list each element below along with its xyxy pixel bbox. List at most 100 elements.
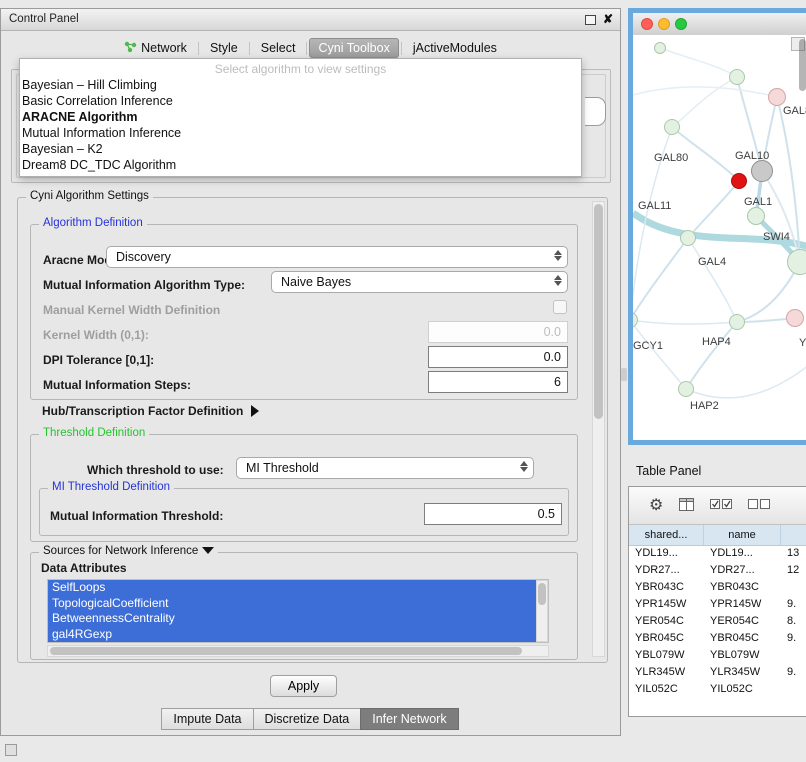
- network-vscroll-thumb[interactable]: [799, 39, 806, 91]
- attribute-list-item[interactable]: BetweennessCentrality: [48, 611, 548, 627]
- manual-kernel-checkbox[interactable]: [553, 300, 567, 314]
- tab-separator: [401, 42, 402, 55]
- network-node[interactable]: [787, 249, 806, 275]
- cyni-settings-group: Cyni Algorithm Settings Algorithm Defini…: [17, 197, 608, 663]
- tab-separator: [198, 42, 199, 55]
- algorithm-option[interactable]: ARACNE Algorithm: [20, 109, 581, 125]
- tab-style[interactable]: Style: [201, 38, 247, 58]
- hub-definition-expander[interactable]: Hub/Transcription Factor Definition: [42, 404, 259, 418]
- network-node[interactable]: [768, 88, 786, 106]
- network-node[interactable]: [664, 119, 680, 135]
- minimize-traffic-light[interactable]: [658, 18, 670, 30]
- mi-steps-field[interactable]: 6: [428, 371, 568, 393]
- data-attributes-list[interactable]: SelfLoopsTopologicalCoefficientBetweenne…: [47, 579, 549, 643]
- aracne-mode-select[interactable]: Discovery: [106, 246, 568, 268]
- network-node[interactable]: [729, 69, 745, 85]
- attribute-list-item[interactable]: SelfLoops: [48, 580, 548, 596]
- tab-cyni-toolbox[interactable]: Cyni Toolbox: [309, 38, 398, 58]
- mi-steps-label: Mutual Information Steps:: [43, 378, 191, 392]
- panel-divider-handle[interactable]: [621, 368, 627, 381]
- table-row[interactable]: YDR27...YDR27...12: [629, 562, 806, 579]
- table-column-header[interactable]: [781, 525, 806, 545]
- clear-checkboxes-icon[interactable]: [748, 499, 770, 513]
- chevron-updown-icon: [520, 461, 528, 472]
- sources-title[interactable]: Sources for Network Inference: [39, 545, 218, 557]
- kernel-width-field[interactable]: 0.0: [428, 321, 568, 343]
- network-node[interactable]: [747, 207, 765, 225]
- network-view-window: GAL80GAL10GAL8GAL11GAL1SWI4GAL4GCY1HAP4H…: [628, 8, 806, 445]
- table-row[interactable]: YER054CYER054C8.: [629, 613, 806, 630]
- table-column-header[interactable]: name: [704, 525, 781, 545]
- column-selector-icon[interactable]: [679, 498, 694, 514]
- apply-button[interactable]: Apply: [270, 675, 337, 697]
- table-row[interactable]: YBR045CYBR045C9.: [629, 630, 806, 647]
- network-window-titlebar[interactable]: [633, 13, 806, 36]
- bottom-tab-impute-data[interactable]: Impute Data: [161, 708, 253, 730]
- network-node[interactable]: [680, 230, 696, 246]
- settings-scrollbar[interactable]: [592, 201, 605, 657]
- attribute-list-item[interactable]: TopologicalCoefficient: [48, 596, 548, 612]
- table-cell: YPR145W: [629, 596, 704, 613]
- kernel-width-label: Kernel Width (0,1):: [43, 328, 149, 342]
- algorithm-option[interactable]: Bayesian – K2: [20, 141, 581, 157]
- table-row[interactable]: YDL19...YDL19...13: [629, 545, 806, 562]
- close-icon[interactable]: ✘: [603, 12, 613, 26]
- threshold-select[interactable]: MI Threshold: [236, 457, 534, 479]
- control-tab-bar: NetworkStyleSelectCyni Toolbox jActiveMod…: [1, 36, 620, 60]
- mi-type-select[interactable]: Naive Bayes: [271, 271, 568, 293]
- tab-select[interactable]: Select: [252, 38, 305, 58]
- gear-icon[interactable]: ⚙: [649, 498, 663, 514]
- table-row[interactable]: YBR043CYBR043C: [629, 579, 806, 596]
- algorithm-option[interactable]: Bayesian – Hill Climbing: [20, 77, 581, 93]
- algorithm-dropdown-list: Bayesian – Hill ClimbingBasic Correlatio…: [20, 77, 581, 173]
- settings-scrollbar-thumb[interactable]: [594, 204, 603, 419]
- bottom-tab-discretize-data[interactable]: Discretize Data: [253, 708, 362, 730]
- panel-title: Control Panel: [9, 13, 79, 25]
- control-panel-window: Control Panel ✘ NetworkStyleSelectCyni T…: [0, 8, 621, 736]
- table-cell: YBL079W: [629, 647, 704, 664]
- tab-jactivemodules[interactable]: jActiveModules: [404, 38, 506, 58]
- collapse-down-icon: [202, 547, 214, 554]
- attribute-list-item[interactable]: gal4RGexp: [48, 627, 548, 643]
- float-window-icon[interactable]: [585, 15, 596, 25]
- network-node[interactable]: [751, 160, 773, 182]
- network-canvas[interactable]: GAL80GAL10GAL8GAL11GAL1SWI4GAL4GCY1HAP4H…: [633, 35, 806, 440]
- dock-panel-icon[interactable]: [5, 744, 17, 756]
- attr-list-hscroll[interactable]: [47, 645, 549, 657]
- table-cell: [781, 681, 806, 698]
- network-node[interactable]: [729, 314, 745, 330]
- network-node-label: GCY1: [633, 340, 663, 352]
- table-row[interactable]: YBL079WYBL079W: [629, 647, 806, 664]
- attr-list-hscroll-thumb[interactable]: [50, 647, 522, 655]
- network-node[interactable]: [786, 309, 804, 327]
- table-column-header[interactable]: shared...: [629, 525, 704, 545]
- attr-list-vscroll[interactable]: [536, 580, 548, 642]
- network-node[interactable]: [731, 173, 747, 189]
- mi-threshold-field[interactable]: 0.5: [424, 503, 562, 525]
- bottom-tab-infer-network[interactable]: Infer Network: [360, 708, 458, 730]
- algorithm-option[interactable]: Mutual Information Inference: [20, 125, 581, 141]
- algorithm-option[interactable]: Dream8 DC_TDC Algorithm: [20, 157, 581, 173]
- table-cell: YBR045C: [704, 630, 781, 647]
- network-node[interactable]: [654, 42, 666, 54]
- field-value: 6: [554, 375, 561, 389]
- data-attributes-label: Data Attributes: [41, 561, 127, 575]
- table-cell: YBR045C: [629, 630, 704, 647]
- network-node[interactable]: [678, 381, 694, 397]
- table-row[interactable]: YPR145WYPR145W9.: [629, 596, 806, 613]
- table-row[interactable]: YLR345WYLR345W9.: [629, 664, 806, 681]
- mi-type-label: Mutual Information Algorithm Type:: [43, 278, 245, 292]
- table-row[interactable]: YIL052CYIL052C: [629, 681, 806, 698]
- chevron-updown-icon: [554, 250, 562, 261]
- tab-network[interactable]: Network: [115, 38, 196, 59]
- close-traffic-light[interactable]: [641, 18, 653, 30]
- zoom-traffic-light[interactable]: [675, 18, 687, 30]
- attr-list-vscroll-thumb[interactable]: [538, 583, 546, 605]
- dpi-tolerance-field[interactable]: 0.0: [428, 346, 568, 368]
- combo-value: MI Threshold: [246, 461, 319, 475]
- table-cell: 9.: [781, 596, 806, 613]
- table-cell: YDL19...: [704, 545, 781, 562]
- group-title: Cyni Algorithm Settings: [26, 190, 153, 202]
- select-all-checkboxes-icon[interactable]: [710, 499, 732, 513]
- algorithm-option[interactable]: Basic Correlation Inference: [20, 93, 581, 109]
